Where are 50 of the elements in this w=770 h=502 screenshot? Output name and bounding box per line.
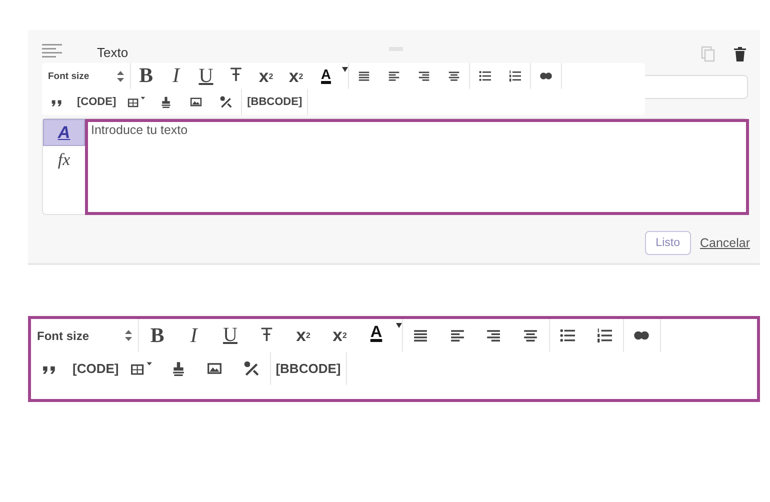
- text-color-button[interactable]: A: [311, 67, 341, 82]
- format-button[interactable]: B: [131, 63, 161, 89]
- align-right-icon: [418, 70, 430, 82]
- code-button[interactable]: [BBCODE]: [270, 352, 346, 385]
- numbered-list-icon: [509, 70, 521, 82]
- stamp-icon: [160, 96, 172, 108]
- cancel-link[interactable]: Cancelar: [700, 236, 750, 250]
- format-button[interactable]: Ŧ: [248, 319, 285, 352]
- format-button[interactable]: x$^{2}$: [285, 319, 322, 352]
- spinner-icon: [125, 330, 132, 341]
- caret-icon: [396, 323, 402, 328]
- align-justify-icon: [413, 328, 428, 343]
- bullet-list-icon: [479, 70, 491, 82]
- format-button[interactable]: Ŧ: [221, 63, 251, 89]
- image-icon: [207, 361, 222, 376]
- tools-icon: [244, 361, 259, 376]
- image-icon: [190, 96, 202, 108]
- table-icon: [130, 361, 154, 376]
- format-button[interactable]: I: [161, 63, 191, 89]
- code-button[interactable]: [CODE]: [68, 352, 124, 385]
- format-button[interactable]: I: [176, 319, 212, 352]
- formula-mode-tab[interactable]: fx: [43, 146, 85, 173]
- format-button[interactable]: B: [139, 319, 176, 352]
- align-left-icon: [450, 328, 465, 343]
- align-left-icon: [388, 70, 400, 82]
- text-mode-tab[interactable]: A: [43, 119, 85, 146]
- align-right-icon: [486, 328, 502, 343]
- align-justify-icon: [358, 70, 370, 82]
- stamp-icon: [170, 361, 186, 376]
- align-center-icon: [522, 328, 538, 343]
- format-button[interactable]: x$^{2}$: [251, 63, 281, 89]
- font-size-select[interactable]: Font size: [31, 319, 138, 352]
- align-center-icon: [448, 70, 460, 82]
- code-button[interactable]: [BBCODE]: [242, 89, 308, 115]
- tools-icon: [220, 96, 232, 108]
- spinner-icon: [117, 70, 124, 82]
- numbered-list-icon: [596, 328, 612, 343]
- block-title: Texto: [97, 45, 128, 60]
- trash-icon[interactable]: [733, 46, 747, 62]
- format-button[interactable]: U: [212, 319, 248, 352]
- text-area[interactable]: Introduce tu texto: [85, 119, 749, 215]
- link-icon: [540, 70, 552, 82]
- caret-icon: [342, 67, 348, 72]
- format-button[interactable]: U: [191, 63, 221, 89]
- menu-icon[interactable]: [42, 44, 62, 58]
- table-icon: [126, 96, 146, 108]
- bullet-list-icon: [560, 328, 576, 343]
- code-button[interactable]: [CODE]: [72, 89, 122, 115]
- text-color-button[interactable]: A: [358, 323, 394, 342]
- font-size-select[interactable]: Font size: [42, 63, 130, 89]
